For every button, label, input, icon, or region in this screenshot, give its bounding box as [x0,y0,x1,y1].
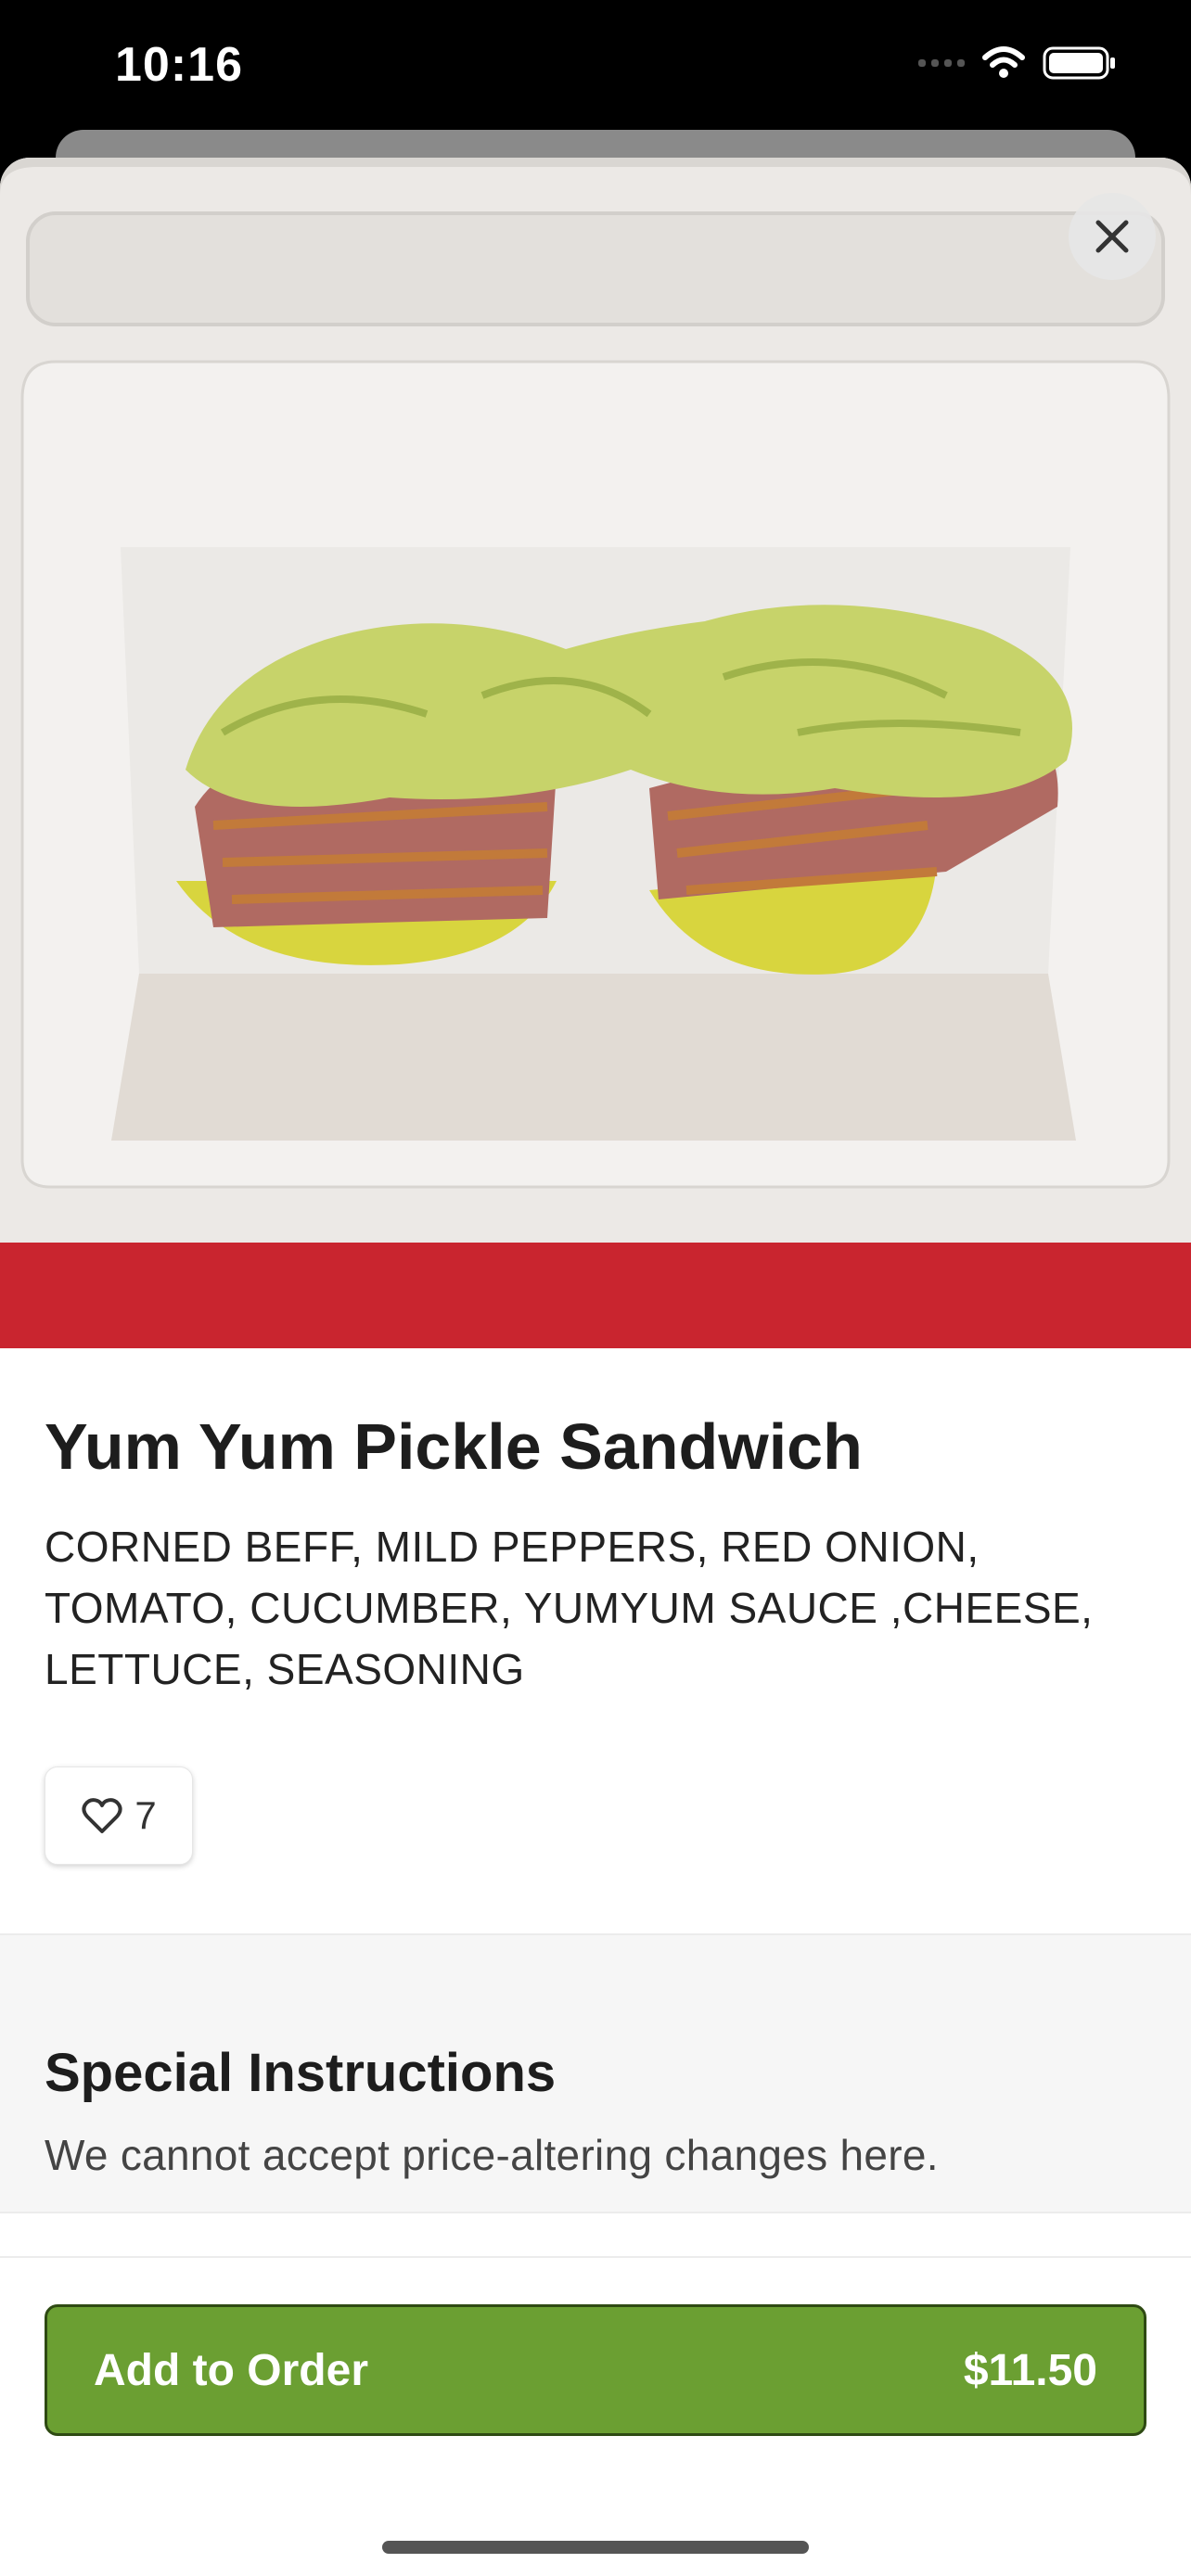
cellular-signal-icon [918,59,965,67]
heart-icon [82,1798,122,1833]
close-icon [1095,220,1129,253]
add-to-order-label: Add to Order [94,2345,368,2395]
like-button[interactable]: 7 [45,1766,193,1865]
special-instructions-title: Special Instructions [45,2043,557,2103]
order-price: $11.50 [963,2345,1097,2395]
item-photo [0,158,1191,1348]
add-to-order-button[interactable]: Add to Order $11.50 [45,2304,1146,2436]
wifi-icon [982,46,1025,78]
close-button[interactable] [1069,193,1156,280]
special-instructions-note: We cannot accept price-altering changes … [45,2131,939,2179]
battery-icon [1043,46,1115,80]
item-detail-sheet: Yum Yum Pickle Sandwich CORNED BEFF, MIL… [0,158,1191,2576]
special-instructions-section: Special Instructions We cannot accept pr… [0,1933,1191,2213]
status-icons [918,45,1117,82]
home-indicator[interactable] [382,2541,809,2554]
item-description: CORNED BEFF, MILD PEPPERS, RED ONION, TO… [45,1523,1094,1693]
item-title: Yum Yum Pickle Sandwich [45,1410,863,1483]
like-count: 7 [134,1793,157,1837]
bottom-action-bar: Add to Order $11.50 [0,2256,1191,2576]
status-bar: 10:16 [0,0,1191,139]
status-time: 10:16 [115,38,243,92]
